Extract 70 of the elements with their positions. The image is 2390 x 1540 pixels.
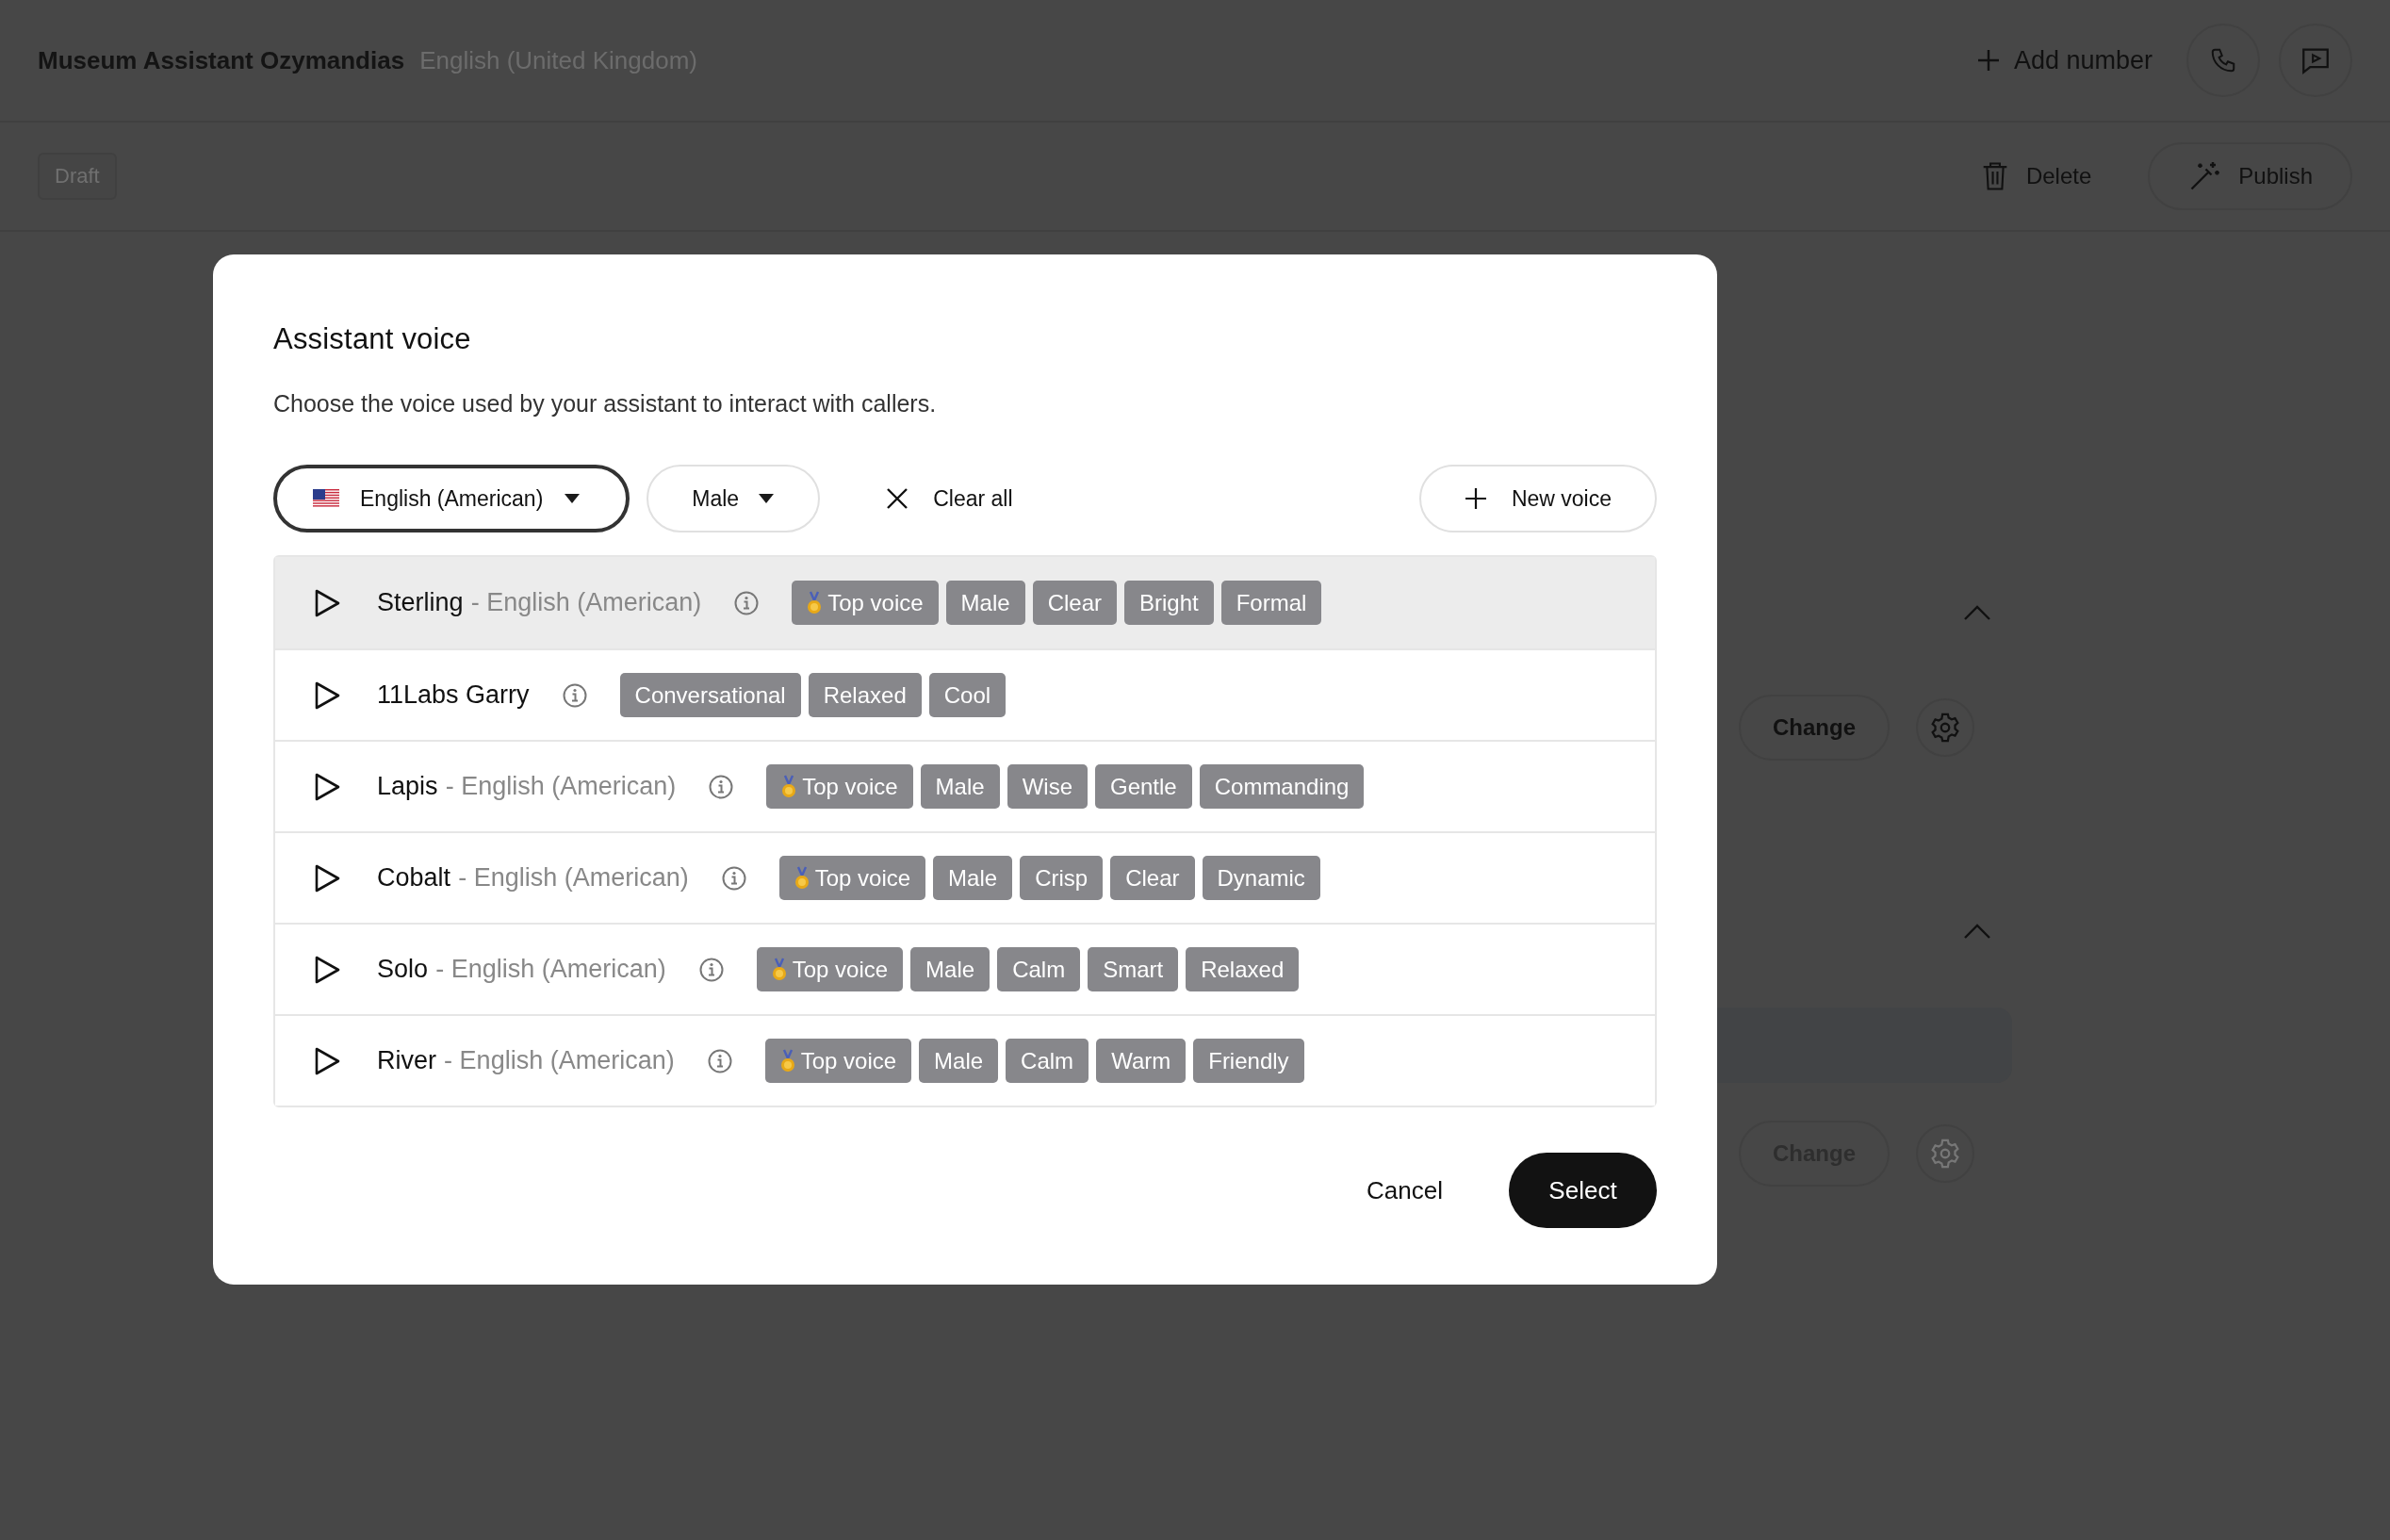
voice-row[interactable]: River - English (American) Top voice Male Calm Warm Friendly [275,1014,1655,1106]
voice-tag: Male [945,581,1025,625]
info-icon[interactable] [733,589,761,616]
info-icon[interactable] [697,956,725,983]
voice-tag: Relaxed [808,673,922,717]
info-icon[interactable] [720,864,747,892]
play-icon[interactable] [313,1045,341,1076]
close-icon [886,487,909,510]
top-voice-tag: Top voice [766,764,913,809]
settings-icon [1929,712,1961,744]
voice-name: Sterling - English (American) [377,588,702,617]
info-icon[interactable] [708,773,735,800]
voice-tag: Formal [1220,581,1322,625]
voice-tag: Male [920,764,1000,809]
play-icon[interactable] [313,862,341,893]
phone-icon [2209,46,2237,74]
voice-tag: Male [910,947,990,991]
medal-icon [779,1048,795,1073]
voice-tag: Cool [928,673,1007,717]
voice-tag: Conversational [619,673,801,717]
play-icon[interactable] [313,680,341,711]
voice-name: Lapis - English (American) [377,772,677,801]
medal-icon [781,774,797,799]
voice-tag: Calm [997,947,1081,991]
caret-down-icon [564,493,581,504]
top-voice-tag: Top voice [756,947,904,991]
cancel-button[interactable]: Cancel [1338,1156,1471,1224]
settings-icon [1929,1138,1961,1170]
medal-icon [771,957,787,982]
top-voice-tag: Top voice [764,1039,912,1083]
top-voice-tag: Top voice [778,856,926,900]
voice-tag: Clear [1110,856,1195,900]
play-icon[interactable] [313,954,341,985]
medal-icon [794,865,810,891]
flag-icon [313,489,339,508]
voice-tag: Relaxed [1186,947,1300,991]
voice-tag: Wise [1007,764,1088,809]
voice-tag: Crisp [1020,856,1104,900]
voice-tag: Commanding [1199,764,1365,809]
voice-tag: Smart [1088,947,1179,991]
voice-tag: Gentle [1095,764,1192,809]
voice-tag: Friendly [1193,1039,1304,1083]
voice-tag: Male [933,856,1013,900]
voice-name: 11Labs Garry [377,680,530,710]
play-icon[interactable] [313,771,341,802]
voice-tag: Clear [1032,581,1117,625]
voice-name: River - English (American) [377,1046,675,1075]
info-icon[interactable] [706,1047,733,1074]
medal-icon [807,590,823,615]
caret-down-icon [758,493,776,504]
language-dropdown[interactable]: English (American) [273,465,630,532]
play-icon[interactable] [313,587,341,618]
voice-tag: Bright [1124,581,1214,625]
new-voice-button[interactable]: New voice [1418,465,1657,532]
top-voice-tag: Top voice [792,581,939,625]
voice-tag: Calm [1006,1039,1089,1083]
dialog-description: Choose the voice used by your assistant to interact with callers. [273,390,938,418]
plus-icon [1975,48,2001,73]
voice-row[interactable]: Sterling - English (American) Top voice Male Clear Bright Formal [275,557,1655,648]
info-icon[interactable] [561,681,588,709]
voice-name: Solo - English (American) [377,955,666,984]
clear-all-button[interactable]: Clear all [880,484,1019,513]
gender-dropdown[interactable]: Male [647,465,821,532]
plus-icon [1464,487,1487,510]
voice-name: Cobalt - English (American) [377,863,689,893]
dialog-title: Assistant voice [273,322,472,356]
voice-tag: Warm [1096,1039,1187,1083]
voice-tag: Dynamic [1202,856,1320,900]
voice-tag: Male [919,1039,999,1083]
select-button[interactable]: Select [1509,1153,1657,1228]
